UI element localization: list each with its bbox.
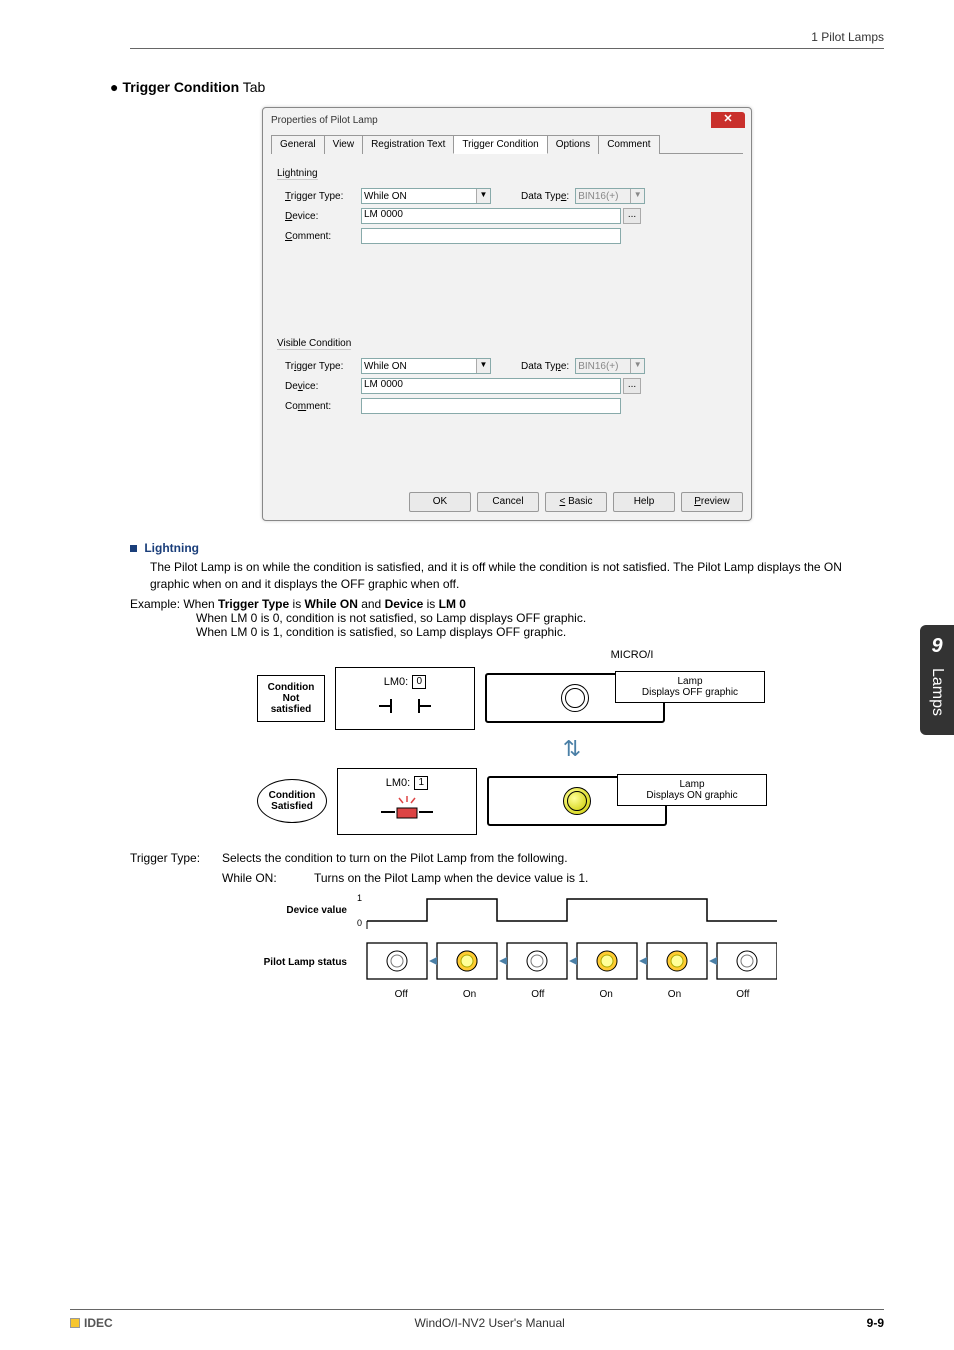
chevron-down-icon: ▼ xyxy=(476,189,490,203)
device-input-1[interactable]: LM 0000 xyxy=(361,208,621,224)
datatype-label-1: Data Type: xyxy=(521,191,569,202)
datatype-select-2: BIN16(+)▼ xyxy=(575,358,645,374)
micro-label: MICRO/I xyxy=(507,649,757,661)
tab-general[interactable]: General xyxy=(271,135,325,154)
pilot-lamp-status-label: Pilot Lamp status xyxy=(237,957,357,968)
svg-text:1: 1 xyxy=(357,893,362,903)
comment-input-2[interactable] xyxy=(361,398,621,414)
trigger-type-label-1: Trigger Type: xyxy=(285,191,361,202)
comment-input-1[interactable] xyxy=(361,228,621,244)
footer-title: WindO/I-NV2 User's Manual xyxy=(113,1316,867,1330)
device-value-label: Device value xyxy=(237,905,357,916)
tab-trigger-condition[interactable]: Trigger Condition xyxy=(453,135,547,154)
trigger-type-label-2: Trigger Type: xyxy=(285,361,361,372)
condition-not-satisfied-box: Condition Not satisfied xyxy=(257,675,325,722)
device-value-wave: 1 0 xyxy=(357,891,777,931)
footer-page-number: 9-9 xyxy=(867,1316,884,1330)
condition-diagram: MICRO/I Condition Not satisfied LM0:0 xyxy=(257,649,757,835)
device-label-2: Device: xyxy=(285,381,361,392)
state-0: Off xyxy=(367,989,435,1000)
config-panel-on: LM0:1 xyxy=(337,768,477,835)
state-1: On xyxy=(435,989,503,1000)
dialog-title: Properties of Pilot Lamp xyxy=(271,115,378,126)
logo-square-icon xyxy=(70,1318,80,1328)
browse-button-1[interactable]: ... xyxy=(623,208,641,224)
header-rule xyxy=(130,48,884,49)
lamp-on-symbol-icon xyxy=(377,794,437,824)
chevron-down-icon: ▼ xyxy=(630,189,644,203)
chevron-down-icon: ▼ xyxy=(630,359,644,373)
example-detail-1: When LM 0 is 0, condition is not satisfi… xyxy=(196,611,884,625)
lightning-description: The Pilot Lamp is on while the condition… xyxy=(150,559,884,593)
svg-text:0: 0 xyxy=(357,918,362,928)
tab-registration-text[interactable]: Registration Text xyxy=(362,135,454,154)
state-2: Off xyxy=(504,989,572,1000)
idec-logo: IDEC xyxy=(70,1316,113,1330)
config-panel-off: LM0:0 xyxy=(335,667,475,730)
device-label-1: Device: xyxy=(285,211,361,222)
datatype-label-2: Data Type: xyxy=(521,361,569,372)
ok-button[interactable]: OK xyxy=(409,492,471,512)
datatype-select-1: BIN16(+)▼ xyxy=(575,188,645,204)
condition-satisfied-box: Condition Satisfied xyxy=(257,779,327,823)
example-detail-2: When LM 0 is 1, condition is satisfied, … xyxy=(196,625,884,639)
trigger-type-select-1[interactable]: While ON▼ xyxy=(361,188,491,204)
lightning-header: Lightning xyxy=(130,541,884,555)
trigger-type-select-2[interactable]: While ON▼ xyxy=(361,358,491,374)
close-icon[interactable]: ✕ xyxy=(711,112,745,128)
trigger-type-definition: Trigger Type: Selects the condition to t… xyxy=(130,851,884,865)
lightning-group-label: Lightning xyxy=(277,168,318,180)
properties-dialog: Properties of Pilot Lamp ✕ General View … xyxy=(262,107,752,521)
lamp-desc-off: Lamp Displays OFF graphic xyxy=(615,671,765,703)
comment-label-1: Comment: xyxy=(285,231,361,242)
tab-options[interactable]: Options xyxy=(547,135,599,154)
visible-group-label: Visible Condition xyxy=(277,338,351,350)
page-header: 1 Pilot Lamps xyxy=(130,30,884,44)
state-4: On xyxy=(640,989,708,1000)
lamp-off-symbol-icon xyxy=(375,693,435,719)
square-bullet-icon xyxy=(130,545,137,552)
cancel-button[interactable]: Cancel xyxy=(477,492,539,512)
timing-diagram: Device value 1 0 Pilot Lamp status xyxy=(237,891,777,1000)
preview-button[interactable]: Preview xyxy=(681,492,743,512)
tabstrip: General View Registration Text Trigger C… xyxy=(271,134,743,154)
chapter-number: 9 xyxy=(920,635,954,658)
chapter-name: Lamps xyxy=(928,668,946,716)
page-footer: IDEC WindO/I-NV2 User's Manual 9-9 xyxy=(70,1309,884,1330)
chapter-side-tab: 9 Lamps xyxy=(920,625,954,735)
basic-button[interactable]: < Basic xyxy=(545,492,607,512)
example-line: Example: When Trigger Type is While ON a… xyxy=(130,597,884,611)
lamp-desc-on: Lamp Displays ON graphic xyxy=(617,774,767,806)
tab-view[interactable]: View xyxy=(324,135,364,154)
lamp-status-boxes xyxy=(357,941,777,985)
comment-label-2: Comment: xyxy=(285,401,361,412)
tab-comment[interactable]: Comment xyxy=(598,135,659,154)
browse-button-2[interactable]: ... xyxy=(623,378,641,394)
section-title: ●Trigger Condition Tab xyxy=(110,79,884,95)
chevron-down-icon: ▼ xyxy=(476,359,490,373)
bullet-icon: ● xyxy=(110,79,118,95)
help-button[interactable]: Help xyxy=(613,492,675,512)
state-5: Off xyxy=(709,989,777,1000)
device-input-2[interactable]: LM 0000 xyxy=(361,378,621,394)
state-3: On xyxy=(572,989,640,1000)
up-down-arrow-icon: ⇅ xyxy=(387,736,757,762)
while-on-definition: While ON: Turns on the Pilot Lamp when t… xyxy=(222,871,884,885)
